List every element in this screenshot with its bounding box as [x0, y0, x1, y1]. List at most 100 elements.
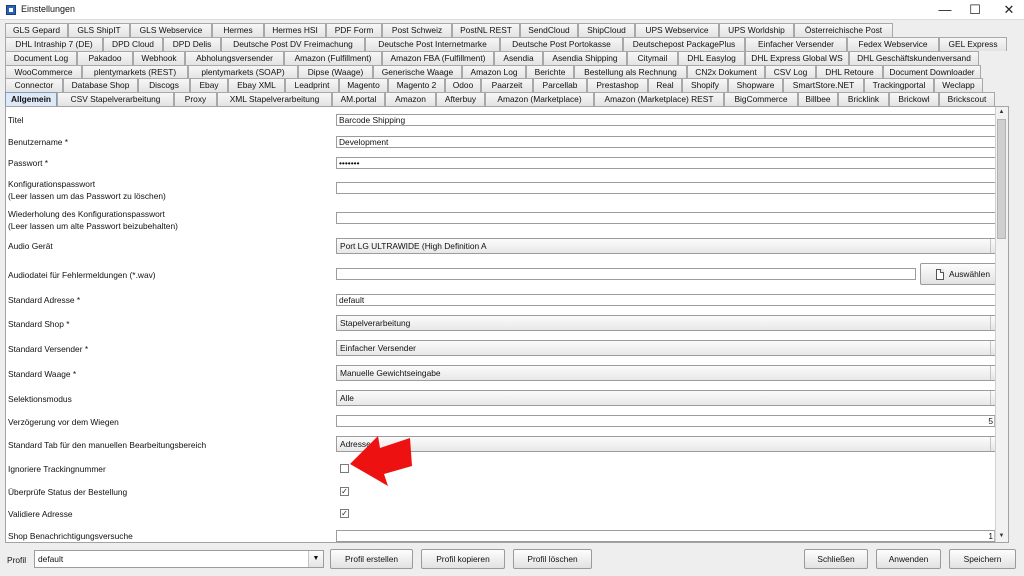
tab-woocommerce[interactable]: WooCommerce	[5, 65, 82, 79]
close-button[interactable]: ✕	[994, 0, 1024, 20]
tab-afterbuy[interactable]: Afterbuy	[436, 92, 485, 106]
tab-connector[interactable]: Connector	[5, 78, 63, 92]
tab-ebay[interactable]: Ebay	[190, 78, 228, 92]
ignoriere-tracking-checkbox[interactable]	[340, 464, 349, 473]
tab-plentymarkets-soap[interactable]: plentymarkets (SOAP)	[188, 65, 298, 79]
tab-dpd-cloud[interactable]: DPD Cloud	[103, 37, 163, 51]
tab-dp-portokasse[interactable]: Deutsche Post Portokasse	[500, 37, 623, 51]
tab-post-schweiz[interactable]: Post Schweiz	[382, 23, 452, 37]
standard-versender-select[interactable]: Einfacher Versender ▼	[336, 340, 1006, 356]
tab-citymail[interactable]: Citymail	[627, 51, 678, 65]
tab-gls-shipit[interactable]: GLS ShipIT	[68, 23, 130, 37]
tab-berichte[interactable]: Berichte	[526, 65, 574, 79]
tab-amazon-marketplace[interactable]: Amazon (Marketplace)	[485, 92, 594, 106]
tab-dhl-intraship[interactable]: DHL Intraship 7 (DE)	[5, 37, 103, 51]
scroll-up-icon[interactable]: ▲	[996, 107, 1007, 118]
tab-brickscout[interactable]: Brickscout	[939, 92, 995, 106]
tab-dipse-waage[interactable]: Dipse (Waage)	[298, 65, 373, 79]
tab-leadprint[interactable]: Leadprint	[285, 78, 339, 92]
tab-plentymarkets-rest[interactable]: plentymarkets (REST)	[82, 65, 188, 79]
konfig-wiederholung-input[interactable]	[336, 212, 1006, 224]
tab-dp-dv-freimachung[interactable]: Deutsche Post DV Freimachung	[221, 37, 365, 51]
tab-parcellab[interactable]: Parcellab	[533, 78, 587, 92]
tab-amazon[interactable]: Amazon	[385, 92, 436, 106]
tab-xml-stapelverarbeitung[interactable]: XML Stapelverarbeitung	[217, 92, 332, 106]
titel-input[interactable]: Barcode Shipping	[336, 114, 1006, 126]
tab-amazon-fba[interactable]: Amazon FBA (Fulfillment)	[382, 51, 494, 65]
tab-odoo[interactable]: Odoo	[445, 78, 481, 92]
ueberpruefe-status-checkbox[interactable]: ✓	[340, 487, 349, 496]
tab-gls-gepard[interactable]: GLS Gepard	[5, 23, 68, 37]
tab-dhl-geschaeftskunden[interactable]: DHL Geschäftskundenversand	[849, 51, 979, 65]
tab-document-log[interactable]: Document Log	[5, 51, 77, 65]
tab-asendia-shipping[interactable]: Asendia Shipping	[543, 51, 627, 65]
scrollbar-thumb[interactable]	[997, 119, 1006, 239]
tab-amazon-log[interactable]: Amazon Log	[462, 65, 526, 79]
tab-amazon-marketplace-rest[interactable]: Amazon (Marketplace) REST	[594, 92, 724, 106]
minimize-button[interactable]: —	[930, 0, 960, 20]
tab-prestashop[interactable]: Prestashop	[587, 78, 648, 92]
profil-loeschen-button[interactable]: Profil löschen	[513, 549, 592, 569]
validiere-adresse-checkbox[interactable]: ✓	[340, 509, 349, 518]
tab-bigcommerce[interactable]: BigCommerce	[724, 92, 798, 106]
tab-generische-waage[interactable]: Generische Waage	[373, 65, 462, 79]
tab-abholungsversender[interactable]: Abholungsversender	[185, 51, 284, 65]
tab-weclapp[interactable]: Weclapp	[934, 78, 983, 92]
standard-waage-select[interactable]: Manuelle Gewichtseingabe ▼	[336, 365, 1006, 381]
shop-benachrichtigung-spinner[interactable]: 1 ▲▼	[336, 530, 1006, 542]
tab-discogs[interactable]: Discogs	[138, 78, 190, 92]
tab-database-shop[interactable]: Database Shop	[63, 78, 138, 92]
tab-ebay-xml[interactable]: Ebay XML	[228, 78, 285, 92]
tab-dhl-retoure[interactable]: DHL Retoure	[816, 65, 883, 79]
tab-trackingportal[interactable]: Trackingportal	[864, 78, 934, 92]
tab-amazon-fulfillment[interactable]: Amazon (Fulfillment)	[284, 51, 382, 65]
profil-erstellen-button[interactable]: Profil erstellen	[330, 549, 413, 569]
standard-tab-select[interactable]: Adresse ▼	[336, 436, 1006, 452]
standard-shop-select[interactable]: Stapelverarbeitung ▼	[336, 315, 1006, 331]
schliessen-button[interactable]: Schließen	[804, 549, 868, 569]
tab-dpd-delis[interactable]: DPD Delis	[163, 37, 221, 51]
tab-sendcloud[interactable]: SendCloud	[520, 23, 578, 37]
tab-webhook[interactable]: Webhook	[133, 51, 185, 65]
tab-shipcloud[interactable]: ShipCloud	[578, 23, 635, 37]
scroll-down-icon[interactable]: ▼	[996, 531, 1007, 542]
vertical-scrollbar[interactable]: ▲ ▼	[995, 107, 1008, 542]
benutzername-input[interactable]: Development	[336, 136, 1006, 148]
tab-allgemein[interactable]: Allgemein	[5, 92, 57, 106]
tab-billbee[interactable]: Billbee	[798, 92, 838, 106]
tab-bestellung-als-rechnung[interactable]: Bestellung als Rechnung	[574, 65, 687, 79]
tab-dhl-express-global[interactable]: DHL Express Global WS	[745, 51, 849, 65]
audiodatei-input[interactable]	[336, 268, 916, 280]
tab-gel-express[interactable]: GEL Express	[939, 37, 1007, 51]
tab-real[interactable]: Real	[648, 78, 682, 92]
konfig-passwort-input[interactable]	[336, 182, 1006, 194]
standard-adresse-input[interactable]: default	[336, 294, 1006, 306]
tab-ups-worldship[interactable]: UPS Worldship	[719, 23, 794, 37]
auswaehlen-button[interactable]: Auswählen	[920, 263, 1006, 285]
tab-brickowl[interactable]: Brickowl	[889, 92, 939, 106]
passwort-input[interactable]: •••••••	[336, 157, 1006, 169]
tab-ups-webservice[interactable]: UPS Webservice	[635, 23, 719, 37]
tab-shopify[interactable]: Shopify	[682, 78, 728, 92]
tab-postnl-rest[interactable]: PostNL REST	[452, 23, 520, 37]
anwenden-button[interactable]: Anwenden	[876, 549, 941, 569]
tab-amportal[interactable]: AM.portal	[332, 92, 385, 106]
tab-csv-stapelverarbeitung[interactable]: CSV Stapelverarbeitung	[57, 92, 174, 106]
tab-paarzeit[interactable]: Paarzeit	[481, 78, 533, 92]
tab-einfacher-versender[interactable]: Einfacher Versender	[745, 37, 847, 51]
tab-cn2x-dokument[interactable]: CN2x Dokument	[687, 65, 765, 79]
selektionsmodus-select[interactable]: Alle ▼	[336, 390, 1006, 406]
tab-dhl-easylog[interactable]: DHL Easylog	[678, 51, 745, 65]
speichern-button[interactable]: Speichern	[949, 549, 1016, 569]
tab-hermes[interactable]: Hermes	[212, 23, 264, 37]
tab-gls-webservice[interactable]: GLS Webservice	[130, 23, 212, 37]
tab-csv-log[interactable]: CSV Log	[765, 65, 816, 79]
maximize-button[interactable]: ☐	[960, 0, 990, 20]
profil-select[interactable]: default ▼	[34, 550, 324, 568]
tab-pakadoo[interactable]: Pakadoo	[77, 51, 133, 65]
tab-document-downloader[interactable]: Document Downloader	[883, 65, 981, 79]
tab-magento[interactable]: Magento	[339, 78, 388, 92]
tab-oesterreichische-post[interactable]: Österreichische Post	[794, 23, 893, 37]
tab-dp-internetmarke[interactable]: Deutsche Post Internetmarke	[365, 37, 500, 51]
tab-shopware[interactable]: Shopware	[728, 78, 783, 92]
